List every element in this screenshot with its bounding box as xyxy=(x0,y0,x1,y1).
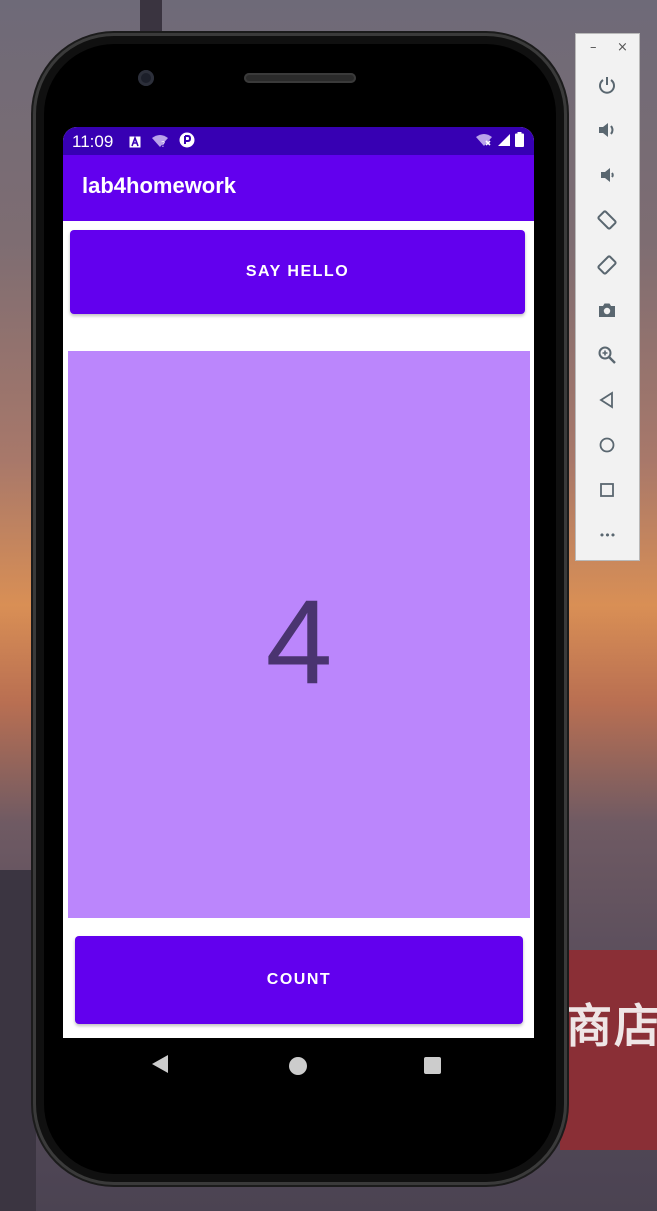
nav-back-button[interactable] xyxy=(151,1054,169,1078)
volume-down-icon[interactable] xyxy=(596,164,618,186)
wallpaper-sign-text: 商店 xyxy=(566,999,657,1053)
wifi-off-icon xyxy=(475,132,493,152)
app-bar: lab4homework xyxy=(63,155,534,221)
rotate-left-icon[interactable] xyxy=(596,209,618,231)
status-time: 11:09 xyxy=(72,132,114,151)
more-icon[interactable]: ••• xyxy=(596,524,618,546)
back-icon[interactable] xyxy=(596,389,618,411)
wallpaper-pole xyxy=(140,0,162,40)
rotate-right-icon[interactable] xyxy=(596,254,618,276)
count-value: 4 xyxy=(265,574,333,709)
keyboard-notification-icon xyxy=(129,133,141,153)
zoom-icon[interactable] xyxy=(596,344,618,366)
app-title: lab4homework xyxy=(82,173,237,198)
wifi-question-icon: ? xyxy=(151,133,169,153)
wallpaper-pole xyxy=(0,870,36,1211)
count-display: 4 xyxy=(68,351,530,918)
nav-home-button[interactable] xyxy=(289,1057,307,1075)
status-notification-icons: ? xyxy=(129,132,195,153)
camera-icon[interactable] xyxy=(596,299,618,321)
volume-up-icon[interactable] xyxy=(596,119,618,141)
status-bar: 11:09 ? xyxy=(63,127,534,155)
svg-text:?: ? xyxy=(161,140,165,148)
cell-signal-icon xyxy=(497,132,511,152)
earpiece-speaker xyxy=(244,73,356,83)
nav-bar xyxy=(63,1040,534,1092)
count-button[interactable]: COUNT xyxy=(75,936,523,1024)
nav-recents-button[interactable] xyxy=(424,1057,441,1074)
home-icon[interactable] xyxy=(596,434,618,456)
overview-icon[interactable] xyxy=(596,479,618,501)
status-system-icons xyxy=(475,132,524,152)
battery-icon xyxy=(515,132,524,152)
emulator-toolbar: – × ••• xyxy=(575,33,640,561)
say-hello-button[interactable]: SAY HELLO xyxy=(70,230,525,314)
toolbar-close-button[interactable]: × xyxy=(617,40,628,55)
power-icon[interactable] xyxy=(596,74,618,96)
app-notification-icon xyxy=(179,132,195,153)
toolbar-minimize-button[interactable]: – xyxy=(590,40,597,55)
device-screen: 11:09 ? lab4homework SAY HELLO 4 COUNT xyxy=(63,127,534,1038)
front-camera xyxy=(138,70,154,86)
